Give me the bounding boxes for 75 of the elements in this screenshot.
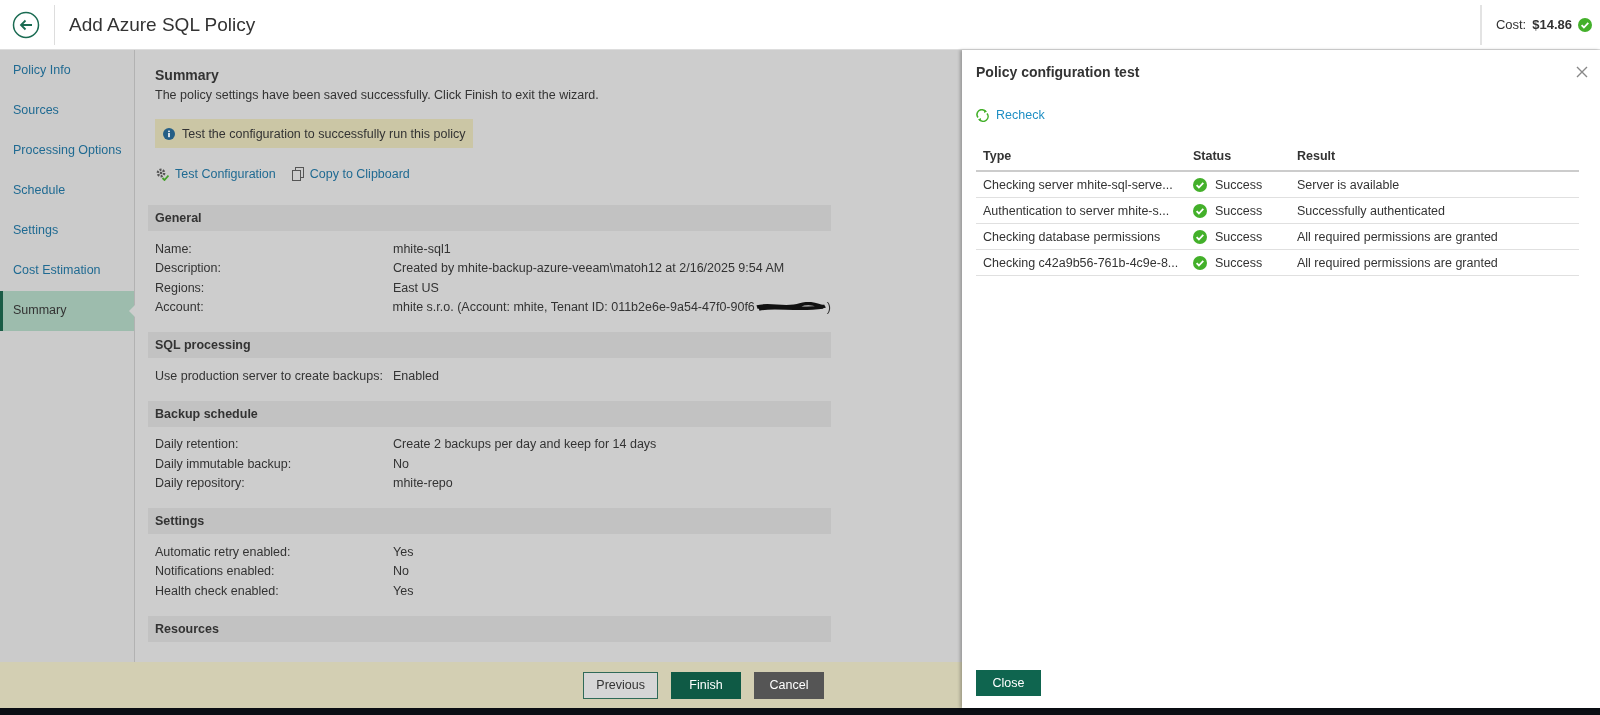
field-value: Enabled — [393, 368, 439, 383]
field-label: Notifications enabled: — [155, 564, 276, 579]
field-value: Yes — [393, 544, 414, 559]
field-label: Name: — [155, 241, 193, 256]
nav-item[interactable]: Schedule — [0, 171, 134, 211]
check-result: Successfully authenticated — [1290, 197, 1579, 224]
field-label: Use production server to create backups: — [155, 368, 384, 383]
field-value: No — [393, 564, 409, 579]
field-value: mhite-sql1 — [393, 241, 451, 256]
success-icon — [1193, 203, 1207, 218]
close-icon[interactable] — [1576, 66, 1588, 78]
field-label: Daily immutable backup: — [155, 456, 293, 471]
section-header: General — [148, 205, 831, 231]
field-label: Automatic retry enabled: — [155, 544, 292, 559]
cancel-button[interactable]: Cancel — [754, 671, 824, 699]
field-label: Daily repository: — [155, 476, 246, 491]
nav-item[interactable]: Processing Options — [0, 131, 134, 171]
check-result: Server is available — [1290, 171, 1579, 198]
cost-label: Cost: — [1495, 17, 1527, 32]
check-type: Checking server mhite-sql-serve... — [976, 171, 1186, 198]
status-text: Success — [1215, 177, 1263, 192]
page-title: Add Azure SQL Policy — [69, 13, 257, 36]
back-button[interactable] — [12, 10, 40, 39]
status-text: Success — [1215, 203, 1263, 218]
section-header: Settings — [148, 508, 831, 534]
close-button[interactable]: Close — [976, 670, 1041, 696]
section-title: Summary — [155, 67, 220, 83]
success-icon — [1193, 229, 1207, 244]
refresh-icon — [976, 108, 989, 122]
nav-item[interactable]: Policy Info — [0, 51, 134, 91]
copy-link[interactable]: Copy to Clipboard — [291, 167, 410, 181]
check-type: Checking c42a9b56-761b-4c9e-8... — [976, 249, 1186, 276]
info-icon — [163, 127, 175, 140]
finish-button[interactable]: Finish — [671, 671, 741, 699]
field-value: mhite s.r.o. (Account: mhite, Tenant ID: 011b2e6e-9a54-47f0-90f6 — [392, 300, 755, 315]
section-header: SQL processing — [148, 332, 831, 358]
field-label: Health check enabled: — [155, 583, 280, 598]
nav-item[interactable]: Sources — [0, 91, 134, 131]
column-header: Result — [1290, 142, 1579, 171]
field-value: Create 2 backups per day and keep for 14 days — [393, 437, 657, 452]
info-text: Test the configuration to successfully run this policy — [182, 126, 466, 141]
column-header: Status — [1186, 142, 1290, 171]
status-message: The policy settings have been saved successfully. Click Finish to exit the wizard. — [155, 88, 600, 102]
check-type: Checking database permissions — [976, 223, 1186, 250]
test-configuration-link[interactable]: Test Configuration — [155, 167, 276, 181]
field-label: Daily retention: — [155, 437, 240, 452]
section-header: Backup schedule — [148, 400, 831, 427]
previous-button[interactable]: Previous — [583, 671, 658, 699]
section-header: Resources — [148, 615, 831, 642]
copy-icon — [291, 167, 304, 181]
nav-item[interactable]: Settings — [0, 211, 134, 251]
success-icon — [1193, 255, 1207, 270]
success-icon — [1578, 17, 1592, 32]
status-text: Success — [1215, 229, 1263, 244]
field-value: East US — [393, 280, 439, 295]
cost-value: $14.86 — [1532, 17, 1572, 32]
check-type: Authentication to server mhite-s... — [976, 197, 1186, 224]
field-value: mhite-repo — [393, 476, 453, 491]
status-text: Success — [1215, 255, 1263, 270]
gear-icon — [155, 167, 169, 181]
field-value-end: ) — [826, 300, 831, 315]
panel-title: Policy configuration test — [976, 64, 1140, 80]
column-header: Type — [976, 142, 1186, 171]
nav-item[interactable]: Summary — [0, 291, 134, 331]
field-value: Yes — [393, 583, 414, 598]
recheck-link[interactable]: Recheck — [976, 108, 1045, 122]
field-label: Description: — [155, 261, 222, 276]
success-icon — [1193, 177, 1207, 192]
field-label: Regions: — [155, 280, 206, 295]
field-value: No — [393, 456, 409, 471]
field-value: Created by mhite-backup-azure-veeam\matoh12 at 2/16/2025 9:54 AM — [393, 261, 785, 276]
field-label: Account: — [155, 300, 205, 315]
check-result: All required permissions are granted — [1290, 249, 1579, 276]
check-result: All required permissions are granted — [1290, 223, 1579, 250]
nav-item[interactable]: Cost Estimation — [0, 251, 134, 291]
